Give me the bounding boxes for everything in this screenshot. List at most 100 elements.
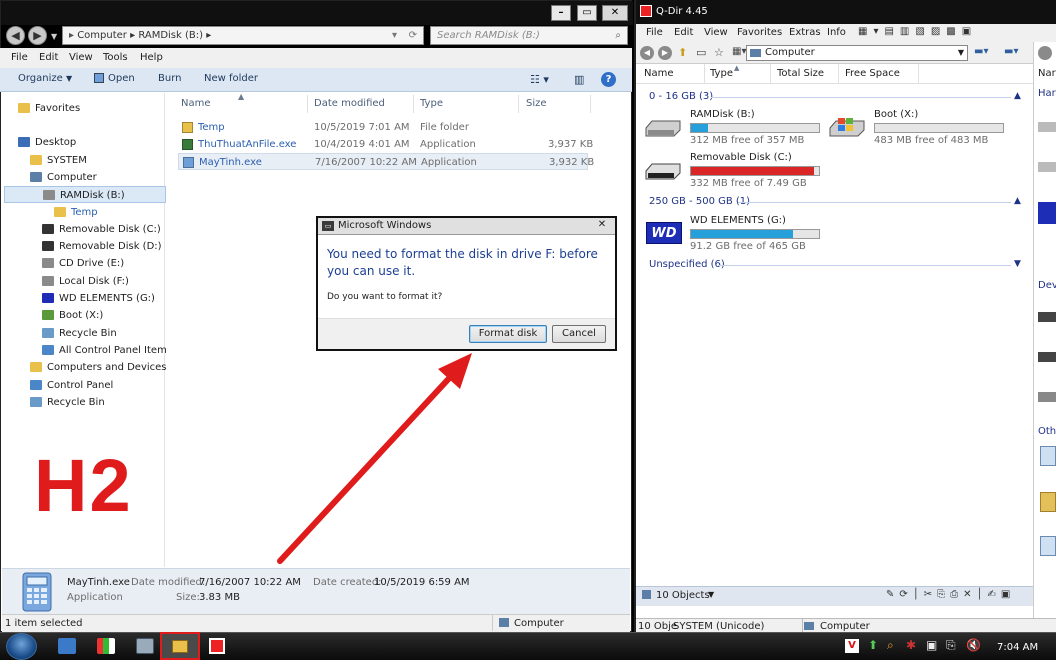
volume-muted-icon[interactable]: 🔇 bbox=[966, 638, 981, 652]
qdir-menu-extras[interactable]: Extras bbox=[789, 27, 821, 38]
minimize-button[interactable]: – bbox=[551, 5, 571, 21]
qdir-column-name[interactable]: Name bbox=[644, 68, 674, 79]
view-options-icon[interactable]: ☷ ▾ bbox=[530, 73, 549, 86]
explorer-titlebar[interactable]: – ▭ ✕ bbox=[1, 1, 633, 25]
chevron-down-icon[interactable]: ▼ bbox=[708, 590, 714, 599]
nav-item[interactable]: Computers and Devices bbox=[4, 359, 167, 376]
explorer-taskbar-button[interactable] bbox=[160, 632, 200, 660]
group-header-250-500gb[interactable]: 250 GB - 500 GB (1) bbox=[649, 196, 750, 212]
preview-pane-icon[interactable]: ▥ bbox=[574, 73, 584, 86]
tray-tool-icon[interactable]: ✱ bbox=[906, 638, 916, 652]
qdir-favorites-icon[interactable]: ☆ bbox=[714, 46, 724, 59]
clock[interactable]: 7:04 AM bbox=[997, 642, 1038, 653]
back-button[interactable]: ◀ bbox=[6, 26, 25, 45]
qdir-menu-file[interactable]: File bbox=[646, 27, 663, 38]
qdir-menu-info[interactable]: Info bbox=[827, 27, 846, 38]
pane2-column-name[interactable]: Nar bbox=[1038, 68, 1056, 79]
tray-search-icon[interactable]: ⌕ bbox=[887, 638, 894, 653]
qdir-column-total-size[interactable]: Total Size bbox=[777, 68, 824, 79]
column-date-modified[interactable]: Date modified bbox=[314, 98, 385, 109]
nav-item[interactable]: Temp bbox=[4, 204, 166, 221]
explorer-icon[interactable] bbox=[58, 638, 76, 654]
pane2-group-label[interactable]: Oth bbox=[1038, 426, 1056, 437]
history-dropdown-icon[interactable]: ▼ bbox=[51, 32, 57, 41]
nav-item[interactable]: Removable Disk (D:) bbox=[4, 238, 166, 255]
start-orb-icon[interactable] bbox=[6, 633, 37, 660]
qdir-menu-edit[interactable]: Edit bbox=[674, 27, 693, 38]
tray-app-icon[interactable]: V bbox=[845, 639, 859, 653]
column-divider[interactable] bbox=[704, 64, 705, 83]
expand-icon[interactable]: ▼ bbox=[1014, 259, 1021, 269]
collapse-icon[interactable]: ▲ bbox=[1014, 196, 1021, 206]
tray-usb-icon[interactable]: ⎘ bbox=[946, 638, 956, 653]
qdir-back-icon[interactable] bbox=[1038, 46, 1052, 60]
menu-edit[interactable]: Edit bbox=[39, 52, 58, 63]
qdir-menu-view[interactable]: View bbox=[704, 27, 728, 38]
help-icon[interactable]: ? bbox=[601, 72, 616, 87]
pane2-group-label[interactable]: Dev bbox=[1038, 280, 1056, 291]
address-box[interactable]: ▸ Computer ▸ RAMDisk (B:) ▸ ▾ ⟳ bbox=[62, 26, 424, 45]
column-divider[interactable] bbox=[918, 64, 919, 83]
organize-button[interactable]: Organize ▼ bbox=[18, 73, 72, 84]
qdir-action-icons[interactable]: ✎⟳│✂⎘⎙✕│✍▣ bbox=[886, 589, 1015, 600]
qdir-layout-icons[interactable]: ▦▾▤▥▧▨▩▣ bbox=[858, 26, 977, 37]
nav-item[interactable]: Recycle Bin bbox=[4, 325, 166, 342]
drive-wd-elements[interactable]: WD WD ELEMENTS (G:) 91.2 GB free of 465 … bbox=[644, 214, 824, 254]
file-row[interactable]: Temp 10/5/2019 7:01 AM File folder bbox=[178, 119, 588, 136]
address-dropdown-icon[interactable]: ▾ bbox=[392, 27, 397, 44]
column-divider[interactable] bbox=[590, 95, 591, 113]
collapse-icon[interactable]: ▲ bbox=[1014, 91, 1021, 101]
qdir-object-count[interactable]: 10 Objects bbox=[656, 590, 710, 601]
burn-button[interactable]: Burn bbox=[158, 73, 181, 84]
nav-item[interactable]: Local Disk (F:) bbox=[4, 273, 166, 290]
qdir-up-icon[interactable]: ⬆ bbox=[678, 46, 687, 59]
new-folder-button[interactable]: New folder bbox=[204, 73, 258, 84]
nav-item[interactable]: RAMDisk (B:) bbox=[4, 186, 166, 204]
group-header-unspecified[interactable]: Unspecified (6) bbox=[649, 259, 725, 275]
breadcrumb-computer[interactable]: Computer bbox=[77, 30, 127, 41]
nav-item[interactable]: Recycle Bin bbox=[4, 394, 166, 411]
qdir-pane-icon[interactable]: ▬▾ bbox=[974, 46, 988, 57]
drive-removable-c[interactable]: Removable Disk (C:) 332 MB free of 7.49 … bbox=[644, 151, 824, 191]
qdir-titlebar[interactable]: Q-Dir 4.45 bbox=[636, 0, 1056, 24]
breadcrumb-ramdisk[interactable]: RAMDisk (B:) bbox=[138, 30, 203, 41]
qdir-view-icon[interactable]: ▦▾ bbox=[732, 46, 746, 57]
qdir-back-icon[interactable]: ◀ bbox=[640, 46, 654, 60]
nav-item[interactable]: Removable Disk (C:) bbox=[4, 221, 166, 238]
menu-tools[interactable]: Tools bbox=[103, 52, 128, 63]
nav-item[interactable]: Desktop bbox=[4, 134, 166, 151]
refresh-icon[interactable]: ⟳ bbox=[409, 27, 417, 44]
group-header-0-16gb[interactable]: 0 - 16 GB (3) bbox=[649, 91, 713, 107]
nav-item[interactable]: Favorites bbox=[4, 100, 166, 117]
nav-item[interactable]: CD Drive (E:) bbox=[4, 255, 166, 272]
maximize-button[interactable]: ▭ bbox=[577, 5, 597, 21]
column-type[interactable]: Type bbox=[420, 98, 443, 109]
menu-view[interactable]: View bbox=[69, 52, 93, 63]
search-input[interactable]: Search RAMDisk (B:) ⌕ bbox=[430, 26, 628, 45]
column-divider[interactable] bbox=[838, 64, 839, 83]
qdir-column-free-space[interactable]: Free Space bbox=[845, 68, 900, 79]
dialog-titlebar[interactable]: ▭ Microsoft Windows ✕ bbox=[318, 218, 615, 235]
column-divider[interactable] bbox=[770, 64, 771, 83]
qdir-icon[interactable] bbox=[209, 638, 225, 654]
qdir-menu-favorites[interactable]: Favorites bbox=[737, 27, 782, 38]
drive-boot[interactable]: Boot (X:) 483 MB free of 483 MB bbox=[828, 108, 1008, 148]
close-button[interactable]: ✕ bbox=[602, 5, 628, 21]
qdir-address-box[interactable]: Computer ▼ bbox=[746, 45, 968, 61]
menu-file[interactable]: File bbox=[11, 52, 28, 63]
qdir-pane2-icon[interactable]: ▬▾ bbox=[1004, 46, 1018, 57]
tray-network-icon[interactable]: ⬆ bbox=[868, 638, 878, 652]
nav-item[interactable]: Boot (X:) bbox=[4, 307, 166, 324]
nav-item[interactable]: Computer bbox=[4, 169, 166, 186]
nav-item[interactable]: All Control Panel Items bbox=[4, 342, 172, 359]
forward-button[interactable]: ▶ bbox=[28, 26, 47, 45]
search-icon[interactable]: ⌕ bbox=[615, 27, 621, 44]
app2-icon[interactable] bbox=[136, 638, 154, 654]
format-disk-button[interactable]: Format disk bbox=[469, 325, 547, 343]
cancel-button[interactable]: Cancel bbox=[552, 325, 606, 343]
column-divider[interactable] bbox=[518, 95, 519, 113]
qdir-folder-icon[interactable]: ▭ bbox=[696, 46, 706, 59]
app-icon[interactable] bbox=[97, 638, 115, 654]
open-button[interactable]: Open bbox=[94, 73, 135, 84]
menu-help[interactable]: Help bbox=[140, 52, 163, 63]
